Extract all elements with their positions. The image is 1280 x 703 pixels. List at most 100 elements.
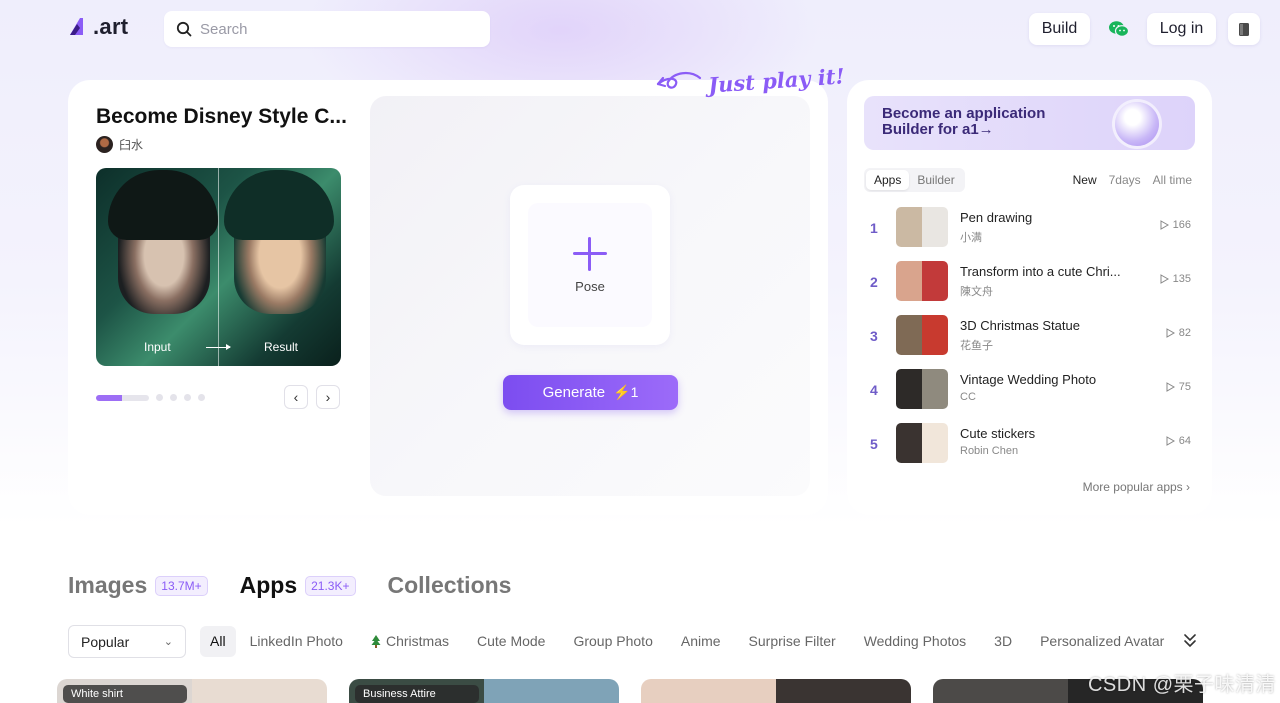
- builder-banner[interactable]: Become an application Builder for a1→: [864, 96, 1195, 150]
- carousel-dot[interactable]: [184, 394, 191, 401]
- more-popular-apps-link[interactable]: More popular apps ›: [1083, 480, 1190, 494]
- filter-chip[interactable]: Wedding Photos: [850, 626, 980, 657]
- section-tab-images[interactable]: Images 13.7M+: [68, 572, 208, 599]
- filter-chip[interactable]: Anime: [667, 626, 735, 657]
- input-example-hair: [108, 170, 218, 240]
- result-label: Result: [264, 340, 299, 354]
- filter-chip[interactable]: Cute Mode: [463, 626, 559, 657]
- play-area: Pose Generate ⚡1: [370, 96, 810, 496]
- thumbnail-left: [896, 369, 922, 409]
- login-button[interactable]: Log in: [1147, 13, 1216, 45]
- carousel-indicator: [96, 394, 205, 401]
- input-label: Input: [144, 340, 171, 354]
- filter-chip-label: Group Photo: [573, 633, 653, 649]
- banner-text: Become an application Builder for a1→: [882, 105, 1046, 138]
- filter-chip-label: 3D: [994, 633, 1013, 649]
- thumbnail-left: [896, 315, 922, 355]
- play-icon: [1160, 220, 1169, 230]
- search-icon: [176, 21, 192, 37]
- ranking-item[interactable]: 5 Cute stickers Robin Chen 64: [864, 419, 1195, 473]
- app-card[interactable]: White shirt: [57, 679, 327, 703]
- double-chevron-down-icon[interactable]: [1182, 631, 1198, 649]
- filter-chip[interactable]: 3D: [980, 626, 1026, 657]
- wechat-icon: [1109, 21, 1130, 37]
- section-label: Apps: [239, 572, 298, 598]
- author-name: 臼水: [119, 138, 144, 152]
- logo-icon: [70, 18, 83, 35]
- pose-upload[interactable]: Pose: [510, 185, 670, 345]
- app-card[interactable]: [641, 679, 911, 703]
- period-filter: New 7days All time: [1073, 173, 1192, 187]
- filter-chip[interactable]: Group Photo: [559, 626, 666, 657]
- ranking-item[interactable]: 2 Transform into a cute Chri... 陳文舟 135: [864, 257, 1195, 311]
- card-image-left: [933, 679, 1068, 703]
- carousel-next-button[interactable]: ›: [316, 385, 340, 409]
- app-name: Pen drawing: [960, 210, 1033, 225]
- card-image-right: [192, 679, 327, 703]
- play-icon: [1166, 328, 1175, 338]
- filter-chip-label: Cute Mode: [476, 633, 546, 649]
- filter-chip[interactable]: All: [200, 626, 236, 657]
- carousel-dot[interactable]: [156, 394, 163, 401]
- app-name: Vintage Wedding Photo: [960, 372, 1097, 387]
- guide-button[interactable]: [1228, 13, 1260, 45]
- preview-divider: [218, 168, 219, 366]
- tab-builder[interactable]: Builder: [909, 170, 962, 190]
- filter-chip[interactable]: Personalized Avatar: [1026, 626, 1178, 657]
- carousel-dot[interactable]: [198, 394, 205, 401]
- period-7days[interactable]: 7days: [1109, 173, 1141, 187]
- app-card-grid: White shirt Business Attire: [57, 679, 1217, 703]
- play-count-value: 64: [1178, 435, 1191, 447]
- period-all-time[interactable]: All time: [1153, 173, 1192, 187]
- play-count: 135: [1160, 273, 1191, 285]
- search-input[interactable]: [200, 20, 470, 38]
- period-new[interactable]: New: [1073, 173, 1097, 187]
- search-box[interactable]: [164, 11, 490, 47]
- filter-chip[interactable]: Surprise Filter: [735, 626, 850, 657]
- chevron-right-icon: ›: [325, 389, 331, 405]
- app-author: 花鱼子: [960, 340, 993, 352]
- play-count-value: 75: [1178, 381, 1191, 393]
- app-name: Cute stickers: [960, 426, 1036, 441]
- play-count: 64: [1166, 435, 1191, 447]
- carousel-prev-button[interactable]: ‹: [284, 385, 308, 409]
- app-thumbnail: [896, 207, 948, 247]
- filter-chip-label: Personalized Avatar: [1040, 633, 1165, 649]
- app-thumbnail: [896, 369, 948, 409]
- category-chips: All LinkedIn Photo Christmas Cute Mode Grou…: [200, 626, 1178, 657]
- section-tabs: Images 13.7M+ Apps 21.3K+ Collections: [68, 572, 543, 599]
- wechat-button[interactable]: [1104, 13, 1134, 45]
- app-author[interactable]: 臼水: [96, 136, 143, 153]
- carousel-dot-active[interactable]: [96, 394, 149, 401]
- tab-apps[interactable]: Apps: [866, 170, 910, 190]
- app-card[interactable]: Business Attire: [349, 679, 619, 703]
- filter-bar: Popular ⌄ All LinkedIn Photo Christmas Cut…: [68, 625, 1218, 658]
- play-count-value: 166: [1172, 219, 1191, 231]
- section-tab-apps[interactable]: Apps 21.3K+: [240, 572, 356, 599]
- logo[interactable]: .art: [68, 14, 128, 40]
- filter-chip[interactable]: Christmas: [357, 626, 463, 657]
- app-author: Robin Chen: [960, 445, 1019, 457]
- carousel-dot[interactable]: [170, 394, 177, 401]
- ranking-card: Become an application Builder for a1→ Ap…: [847, 80, 1212, 515]
- ranking-item[interactable]: 3 3D Christmas Statue 花鱼子 82: [864, 311, 1195, 365]
- play-icon: [1166, 382, 1175, 392]
- top-header: .art Build Log in: [0, 0, 1280, 60]
- credit-cost: ⚡1: [613, 384, 639, 400]
- play-hint-text: Just play it!: [707, 62, 846, 98]
- rank-number: 5: [870, 436, 878, 452]
- build-button[interactable]: Build: [1029, 13, 1090, 45]
- card-label: White shirt: [63, 685, 187, 703]
- example-preview: Input Result: [96, 168, 341, 366]
- curved-arrow-icon: [656, 72, 702, 89]
- result-example-hair: [224, 170, 334, 240]
- section-tab-collections[interactable]: Collections: [388, 572, 512, 599]
- filter-chip[interactable]: LinkedIn Photo: [236, 626, 357, 657]
- ranking-item[interactable]: 4 Vintage Wedding Photo CC 75: [864, 365, 1195, 419]
- sort-select[interactable]: Popular ⌄: [68, 625, 186, 658]
- ranking-item[interactable]: 1 Pen drawing 小满 166: [864, 203, 1195, 257]
- filter-chip-label: Anime: [680, 633, 721, 649]
- rank-number: 1: [870, 220, 878, 236]
- generate-button[interactable]: Generate ⚡1: [503, 375, 678, 410]
- app-title[interactable]: Become Disney Style C...: [96, 105, 347, 129]
